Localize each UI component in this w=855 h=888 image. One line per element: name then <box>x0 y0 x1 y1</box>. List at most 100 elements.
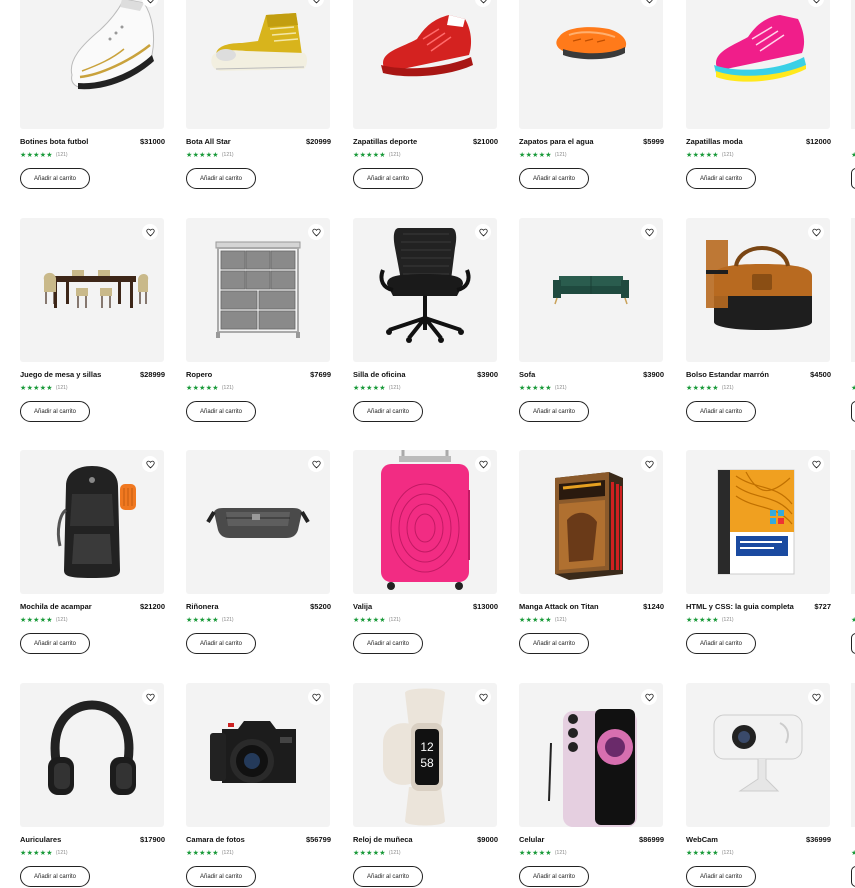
product-card[interactable]: Zapatillas deporte $21000 ★★★★★ (121) Añadir… <box>353 0 498 190</box>
product-image[interactable] <box>186 683 330 827</box>
product-image[interactable] <box>186 218 330 362</box>
product-image[interactable] <box>519 450 663 594</box>
product-card[interactable]: Auriculares $17900 ★★★★★ (121) Añadir al car… <box>20 683 165 888</box>
product-name[interactable]: Zapatos para el agua <box>519 137 627 146</box>
product-image[interactable] <box>353 450 497 594</box>
favorite-heart-icon[interactable] <box>808 224 824 240</box>
product-name[interactable]: Bolso Estandar marrón <box>686 370 794 379</box>
favorite-heart-icon[interactable] <box>475 689 491 705</box>
product-image[interactable] <box>186 0 330 129</box>
product-image[interactable] <box>20 683 164 827</box>
product-name[interactable]: Juego de mesa y sillas <box>20 370 128 379</box>
favorite-heart-icon[interactable] <box>641 224 657 240</box>
product-image[interactable] <box>186 450 330 594</box>
add-to-cart-button[interactable]: Añadir al carrito <box>519 633 589 654</box>
partial-add-to-cart-button[interactable] <box>851 168 855 189</box>
add-to-cart-button[interactable]: Añadir al carrito <box>186 401 256 422</box>
product-card[interactable]: 12 58 Reloj de muñeca $9000 ★★★★★ (121) Añadi… <box>353 683 498 888</box>
favorite-heart-icon[interactable] <box>308 224 324 240</box>
favorite-heart-icon[interactable] <box>142 456 158 472</box>
add-to-cart-button[interactable]: Añadir al carrito <box>20 168 90 189</box>
product-card[interactable]: HTML y CSS: la guia completa. $727 ★★★★★ (1… <box>686 450 831 655</box>
favorite-heart-icon[interactable] <box>142 224 158 240</box>
product-card[interactable]: Bolso Estandar marrón $4500 ★★★★★ (121) Añad… <box>686 218 831 423</box>
product-card[interactable]: Camara de fotos $56799 ★★★★★ (121) Añadir al… <box>186 683 331 888</box>
favorite-heart-icon[interactable] <box>308 689 324 705</box>
product-card[interactable]: Zapatos para el agua $5999 ★★★★★ (121) Añadi… <box>519 0 664 190</box>
product-card[interactable]: Celular $86999 ★★★★★ (121) Añadir al carrito <box>519 683 664 888</box>
product-image[interactable] <box>20 450 164 594</box>
product-name[interactable]: Silla de oficina <box>353 370 461 379</box>
add-to-cart-button[interactable]: Añadir al carrito <box>20 633 90 654</box>
product-image[interactable] <box>20 0 164 129</box>
product-card[interactable]: Botines bota futbol $31000 ★★★★★ (121) Añadi… <box>20 0 165 190</box>
product-name[interactable]: Riñonera <box>186 602 294 611</box>
product-card[interactable]: Juego de mesa y sillas $28999 ★★★★★ (121) Añ… <box>20 218 165 423</box>
product-image[interactable] <box>519 683 663 827</box>
product-name[interactable]: Celular <box>519 835 627 844</box>
add-to-cart-button[interactable]: Añadir al carrito <box>353 866 423 887</box>
product-card[interactable]: Mochila de acampar $21200 ★★★★★ (121) Añadir… <box>20 450 165 655</box>
product-name[interactable]: Bota All Star <box>186 137 294 146</box>
add-to-cart-button[interactable]: Añadir al carrito <box>353 168 423 189</box>
product-image[interactable] <box>353 0 497 129</box>
product-image[interactable] <box>353 218 497 362</box>
favorite-heart-icon[interactable] <box>142 689 158 705</box>
favorite-heart-icon[interactable] <box>641 689 657 705</box>
favorite-heart-icon[interactable] <box>475 224 491 240</box>
favorite-heart-icon[interactable] <box>475 456 491 472</box>
add-to-cart-button[interactable]: Añadir al carrito <box>20 866 90 887</box>
add-to-cart-button[interactable]: Añadir al carrito <box>186 633 256 654</box>
product-image[interactable] <box>686 450 830 594</box>
add-to-cart-button[interactable]: Añadir al carrito <box>186 168 256 189</box>
product-image[interactable] <box>519 218 663 362</box>
add-to-cart-button[interactable]: Añadir al carrito <box>686 866 756 887</box>
add-to-cart-button[interactable]: Añadir al carrito <box>686 168 756 189</box>
product-card[interactable]: Zapatillas moda $12000 ★★★★★ (121) Añadir al… <box>686 0 831 190</box>
add-to-cart-button[interactable]: Añadir al carrito <box>519 866 589 887</box>
product-name[interactable]: Sofa <box>519 370 627 379</box>
product-card[interactable]: Sofa $3900 ★★★★★ (121) Añadir al carrito <box>519 218 664 423</box>
product-card[interactable]: Bota All Star $20999 ★★★★★ (121) Añadir al c… <box>186 0 331 190</box>
product-card[interactable]: Valija $13000 ★★★★★ (121) Añadir al carrito <box>353 450 498 655</box>
partial-add-to-cart-button[interactable] <box>851 866 855 887</box>
product-name[interactable]: HTML y CSS: la guia completa. <box>686 602 794 611</box>
product-card[interactable]: Riñonera $5200 ★★★★★ (121) Añadir al carrito <box>186 450 331 655</box>
product-name[interactable]: Zapatillas moda <box>686 137 794 146</box>
add-to-cart-button[interactable]: Añadir al carrito <box>186 866 256 887</box>
favorite-heart-icon[interactable] <box>308 456 324 472</box>
add-to-cart-button[interactable]: Añadir al carrito <box>353 633 423 654</box>
product-card[interactable]: Silla de oficina $3900 ★★★★★ (121) Añadir al… <box>353 218 498 423</box>
partial-add-to-cart-button[interactable] <box>851 633 855 654</box>
add-to-cart-button[interactable]: Añadir al carrito <box>20 401 90 422</box>
favorite-heart-icon[interactable] <box>641 456 657 472</box>
add-to-cart-button[interactable]: Añadir al carrito <box>686 401 756 422</box>
product-name[interactable]: Valija <box>353 602 461 611</box>
product-image[interactable] <box>519 0 663 129</box>
product-card[interactable]: WebCam $36999 ★★★★★ (121) Añadir al carrito <box>686 683 831 888</box>
drawer-wardrobe-illustration <box>215 241 301 338</box>
add-to-cart-button[interactable]: Añadir al carrito <box>686 633 756 654</box>
product-image[interactable] <box>686 683 830 827</box>
product-name[interactable]: WebCam <box>686 835 794 844</box>
product-name[interactable]: Mochila de acampar <box>20 602 128 611</box>
product-image[interactable] <box>20 218 164 362</box>
product-image[interactable] <box>686 218 830 362</box>
add-to-cart-button[interactable]: Añadir al carrito <box>519 168 589 189</box>
favorite-heart-icon[interactable] <box>808 689 824 705</box>
add-to-cart-button[interactable]: Añadir al carrito <box>353 401 423 422</box>
partial-add-to-cart-button[interactable] <box>851 401 855 422</box>
product-name[interactable]: Manga Attack on Titan <box>519 602 627 611</box>
product-card[interactable]: Manga Attack on Titan $1240 ★★★★★ (121) Añad… <box>519 450 664 655</box>
product-name[interactable]: Ropero <box>186 370 294 379</box>
product-name[interactable]: Reloj de muñeca <box>353 835 461 844</box>
product-name[interactable]: Auriculares <box>20 835 128 844</box>
product-name[interactable]: Zapatillas deporte <box>353 137 461 146</box>
add-to-cart-button[interactable]: Añadir al carrito <box>519 401 589 422</box>
product-image[interactable]: 12 58 <box>353 683 497 827</box>
product-name[interactable]: Camara de fotos <box>186 835 294 844</box>
product-image[interactable] <box>686 0 830 129</box>
favorite-heart-icon[interactable] <box>808 456 824 472</box>
product-card[interactable]: Ropero $7699 ★★★★★ (121) Añadir al carrito <box>186 218 331 423</box>
product-name[interactable]: Botines bota futbol <box>20 137 128 146</box>
